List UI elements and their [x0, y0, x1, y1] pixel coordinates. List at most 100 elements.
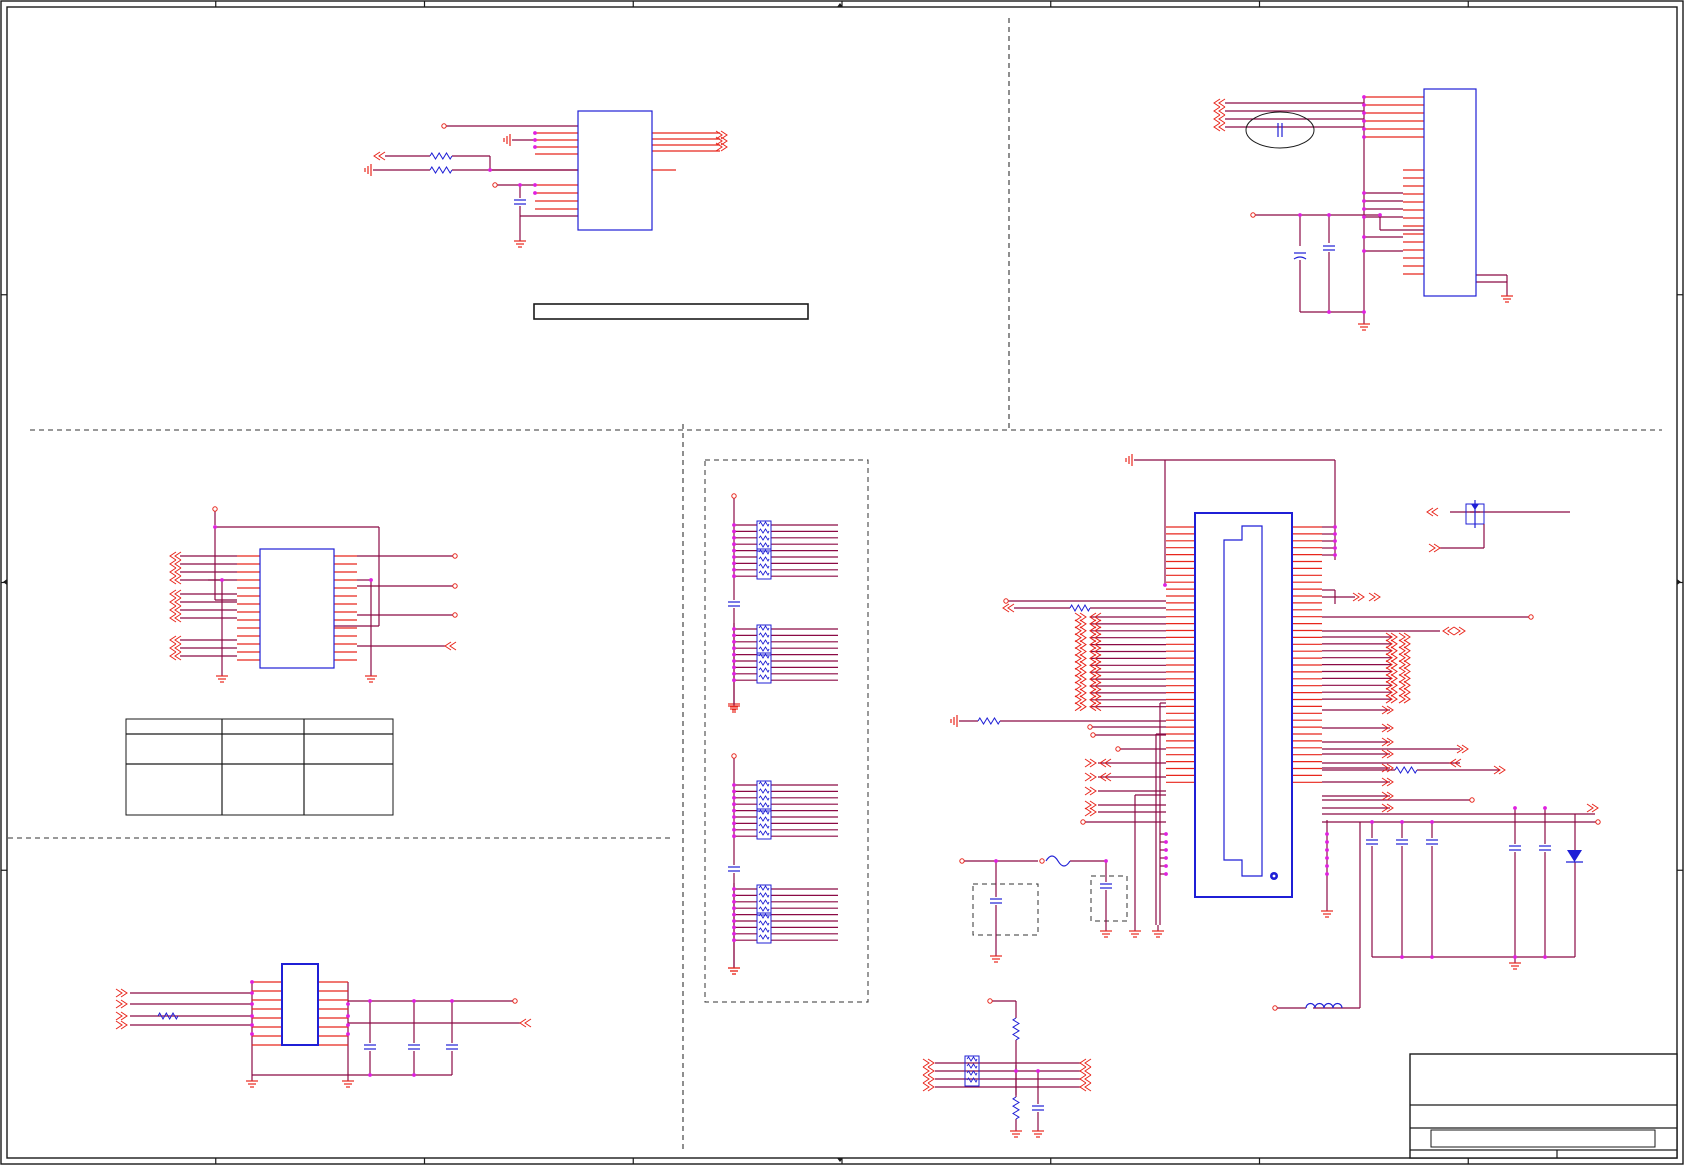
- grouping-ellipse: [1245, 111, 1315, 149]
- junction-dot: [1362, 135, 1366, 139]
- junction-dot: [732, 633, 736, 638]
- junction-dot: [1325, 840, 1329, 844]
- resistor-network-icon: [756, 912, 772, 944]
- power-port-icon: [1039, 858, 1045, 864]
- junction-dot: [1164, 864, 1168, 868]
- resistor-network-element: [758, 788, 770, 794]
- off-sheet-connector-icon: [519, 1018, 532, 1028]
- off-sheet-connector-icon: [169, 605, 182, 615]
- junction-dot: [732, 887, 736, 891]
- mosfet-icon: [1440, 500, 1570, 549]
- junction-dot: [346, 1014, 350, 1018]
- off-sheet-connector-icon: [115, 1011, 128, 1021]
- capacitor-icon: [408, 1044, 420, 1050]
- power-port-icon: [1115, 746, 1121, 752]
- junction-dot: [346, 1002, 350, 1006]
- junction-dot: [1362, 235, 1366, 239]
- resistor-network-element: [758, 885, 770, 891]
- junction-dot: [1325, 864, 1329, 868]
- resistor-network-element: [758, 570, 770, 576]
- junction-dot: [732, 659, 736, 663]
- junction-dot: [732, 646, 736, 651]
- junction-dot: [412, 1073, 416, 1077]
- capacitor-icon: [1426, 839, 1438, 845]
- polarized-capacitor-icon: [1293, 252, 1307, 260]
- junction-dot: [732, 827, 736, 832]
- junction-dot: [1164, 848, 1168, 852]
- power-port-icon: [1250, 212, 1256, 218]
- junction-dot: [1164, 832, 1168, 836]
- junction-dot: [732, 795, 736, 800]
- power-port-icon: [492, 182, 498, 188]
- junction-dot: [1333, 546, 1337, 550]
- junction-dot: [994, 859, 998, 863]
- junction-dot: [1362, 199, 1366, 203]
- resistor-network-element: [758, 667, 770, 673]
- off-sheet-connector-icon: [1213, 114, 1226, 124]
- junction-dot: [1513, 806, 1517, 810]
- ground-icon: [216, 670, 228, 683]
- junction-dot: [732, 906, 736, 911]
- resistor-network-element: [758, 646, 770, 652]
- off-sheet-connector-icon: [1079, 1066, 1092, 1076]
- resistor-network-element: [758, 920, 770, 926]
- junction-dot: [732, 548, 736, 553]
- pin-stubs: [237, 96, 1424, 1046]
- optional-cap-box-1: [972, 883, 1039, 936]
- off-sheet-connector-icon: [1213, 122, 1226, 132]
- junction-dot: [1430, 955, 1434, 959]
- power-port-icon: [1272, 1005, 1278, 1011]
- junction-dot: [732, 912, 736, 917]
- off-sheet-connector-icon: [922, 1074, 935, 1084]
- junction-dot: [368, 1073, 372, 1077]
- off-sheet-connector-icon: [169, 643, 182, 653]
- junction-dot: [732, 808, 736, 813]
- ground-icon: [1501, 290, 1513, 303]
- junction-dot: [1400, 820, 1404, 824]
- off-sheet-connector-icon: [373, 151, 386, 161]
- ground-icon: [950, 715, 958, 727]
- junction-dot: [1362, 310, 1366, 314]
- off-sheet-connector-icon: [169, 559, 182, 569]
- junction-dot: [1362, 127, 1366, 131]
- resistor-network-element: [758, 899, 770, 905]
- power-port-icon: [1003, 598, 1009, 604]
- off-sheet-connector-icon: [922, 1082, 935, 1092]
- resistor-network-icon: [756, 652, 772, 684]
- main-connector-slot: [1223, 525, 1263, 877]
- inductor-icon: [1305, 1002, 1343, 1009]
- junction-dot: [732, 919, 736, 923]
- resistor-icon: [1012, 1096, 1020, 1120]
- ground-icon: [364, 164, 372, 176]
- capacitor-icon: [1277, 123, 1283, 137]
- off-sheet-connector-icon: [169, 613, 182, 623]
- power-port-icon: [731, 753, 737, 759]
- capacitor-icon: [1032, 1105, 1044, 1111]
- junction-dot: [450, 999, 454, 1003]
- junction-dot: [1333, 539, 1337, 543]
- note-box: [533, 303, 809, 320]
- junction-dot: [1164, 872, 1168, 876]
- off-sheet-connector-icon: [1368, 592, 1381, 602]
- resistor-network-icon: [756, 624, 772, 656]
- off-sheet-connector-icon: [115, 988, 128, 998]
- junction-dot: [1327, 213, 1331, 217]
- capacitor-icon: [1539, 845, 1551, 851]
- resistor-network-element: [758, 632, 770, 638]
- resistor-network-element: [758, 816, 770, 822]
- off-sheet-connector-icon: [1002, 603, 1015, 613]
- ground-icon: [1100, 925, 1112, 938]
- resistor-network-element: [758, 660, 770, 666]
- capacitor-icon: [514, 199, 526, 205]
- capacitor-icon: [364, 1044, 376, 1050]
- off-sheet-connector-icon: [169, 635, 182, 645]
- power-port-icon: [452, 612, 458, 618]
- junction-dot: [1400, 955, 1404, 959]
- ground-icon: [990, 950, 1002, 963]
- junction-dot: [732, 815, 736, 819]
- resistor-icon: [429, 166, 453, 174]
- resistor-network-element: [966, 1063, 978, 1069]
- junction-dot: [732, 639, 736, 644]
- resistor-network-element: [758, 625, 770, 631]
- junction-dot: [732, 931, 736, 936]
